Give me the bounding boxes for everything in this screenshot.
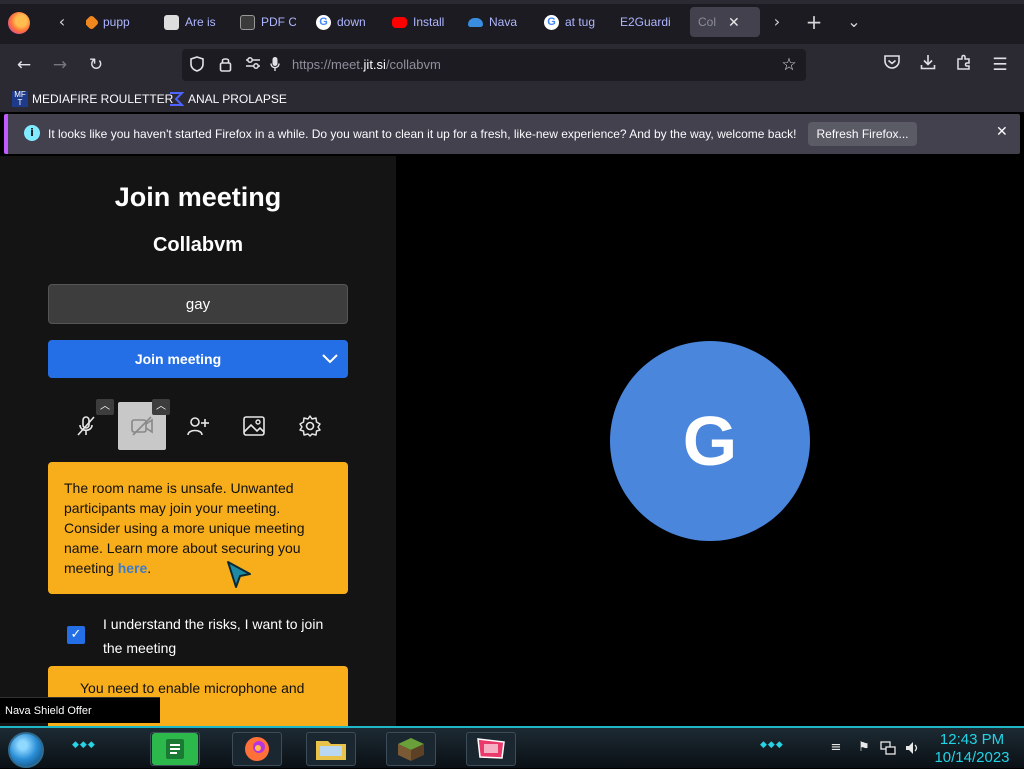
notification-message: It looks like you haven't started Firefo… [48,127,797,141]
tab-scroll-right-icon[interactable]: › [767,12,787,32]
extensions-icon[interactable] [953,54,975,76]
list-all-tabs-icon[interactable]: ⌄ [844,12,864,32]
pdf-favicon-icon [240,14,255,30]
tab-scroll-left-icon[interactable]: ‹ [52,12,72,32]
downloads-icon[interactable] [917,54,939,76]
camera-off-icon [131,416,153,436]
notes-app-icon[interactable] [152,733,198,765]
bookmark-star-icon[interactable]: ☆ [780,56,798,74]
room-name: Collabvm [152,234,244,256]
bookmark-second[interactable]: ANAL PROLAPSE [168,90,287,108]
forward-icon[interactable]: → [49,54,71,76]
tab-6[interactable]: Nava [468,7,524,37]
avatar: G [610,341,810,541]
tray-grid-icon[interactable]: ≡ [828,740,844,756]
firefox-taskbar-icon[interactable] [234,733,280,765]
diamond-favicon-icon [86,14,100,30]
prejoin-panel: Join meeting Collabvm Join meeting ︿ [0,156,396,726]
start-button[interactable] [8,732,44,768]
url-text[interactable]: https://meet.jit.si/collabvm [292,57,441,72]
tab-3[interactable]: PDF C [240,7,296,37]
nava-shield-tooltip: Nava Shield Offer [0,697,160,723]
invite-people-button[interactable] [174,402,222,450]
network-icon[interactable] [880,740,896,756]
gear-icon [299,415,321,437]
page-content: Join meeting Collabvm Join meeting ︿ [0,156,1024,726]
refresh-firefox-notification: i It looks like you haven't started Fire… [4,114,1020,154]
join-meeting-button[interactable]: Join meeting [48,340,348,378]
tab-4[interactable]: G down [316,7,372,37]
tab-7[interactable]: G at tug [544,7,604,37]
notification-close-icon[interactable]: ✕ [996,124,1008,140]
shield-icon[interactable] [188,56,206,74]
tab-8[interactable]: E2Guardi [620,7,680,37]
reload-icon[interactable]: ↻ [85,54,107,76]
audio-settings-caret-icon[interactable]: ︿ [96,399,114,415]
site-favicon-icon [164,14,179,30]
lock-icon[interactable] [216,56,234,74]
info-icon: i [24,125,40,141]
tab-2[interactable]: Are is [164,7,220,37]
microphone-off-icon [77,416,95,436]
tab-close-icon[interactable]: ✕ [728,14,740,31]
back-icon[interactable]: ← [13,54,35,76]
mouse-cursor-icon [227,561,251,588]
display-app-icon[interactable] [468,733,514,765]
page-title: Join meeting [114,182,282,212]
bookmarks-toolbar: MF T MEDIAFIRE ROULETTER ANAL PROLAPSE [0,86,1024,112]
virtual-background-button[interactable] [230,402,278,450]
pocket-icon[interactable] [881,54,903,76]
microphone-permission-icon[interactable] [266,56,284,74]
taskbar-decoration: ◆◆◆ [72,740,96,750]
google-favicon-icon: G [316,14,331,30]
url-bar[interactable]: https://meet.jit.si/collabvm ☆ [182,49,806,81]
tab-9-active[interactable]: Col ✕ [690,7,760,37]
nav-toolbar: ← → ↻ https://meet.jit.si/collabvm ☆ ☰ [0,44,1024,86]
video-preview: G [396,156,1024,726]
tab-strip: ‹ pupp Are is PDF C G down Install Nava … [0,0,1024,44]
new-tab-icon[interactable]: + [804,12,824,32]
minecraft-app-icon[interactable] [388,733,434,765]
bookmark-mediafire[interactable]: MF T MEDIAFIRE ROULETTER [12,90,173,108]
sigma-favicon-icon [168,91,185,107]
taskbar-decoration: ◆◆◆ [760,740,784,750]
clock-date[interactable]: 10/14/2023 [922,749,1022,766]
cloud-favicon-icon [468,17,483,27]
display-name-input[interactable] [48,284,348,324]
action-center-flag-icon[interactable]: ⚑ [856,740,872,756]
clock-time[interactable]: 12:43 PM [922,731,1022,748]
firefox-logo-icon[interactable] [8,12,30,34]
taskbar: ◆◆◆ ◆◆◆ ≡ ⚑ 12:43 PM 10/14/2023 [0,726,1024,768]
title-bar [0,0,1024,4]
unsafe-room-warning: The room name is unsafe. Unwanted partic… [48,462,348,594]
youtube-favicon-icon [392,16,407,28]
video-settings-caret-icon[interactable]: ︿ [152,399,170,415]
understand-risks-checkbox[interactable]: ✓ [67,626,85,644]
permissions-icon[interactable] [244,56,262,74]
learn-more-link[interactable]: here [118,560,148,576]
volume-icon[interactable] [904,740,920,756]
file-explorer-icon[interactable] [308,733,354,765]
settings-button[interactable] [286,402,334,450]
understand-risks-label[interactable]: I understand the risks, I want to join t… [103,612,343,660]
google-favicon-icon: G [544,14,559,30]
tab-5[interactable]: Install [392,7,448,37]
menu-hamburger-icon[interactable]: ☰ [989,54,1011,76]
refresh-firefox-button[interactable]: Refresh Firefox... [808,122,917,146]
add-user-icon [187,417,209,436]
tab-1[interactable]: pupp [86,7,142,37]
mediafire-favicon-icon: MF T [12,91,28,107]
image-icon [243,416,265,436]
join-options-chevron-down-icon[interactable] [318,340,342,378]
